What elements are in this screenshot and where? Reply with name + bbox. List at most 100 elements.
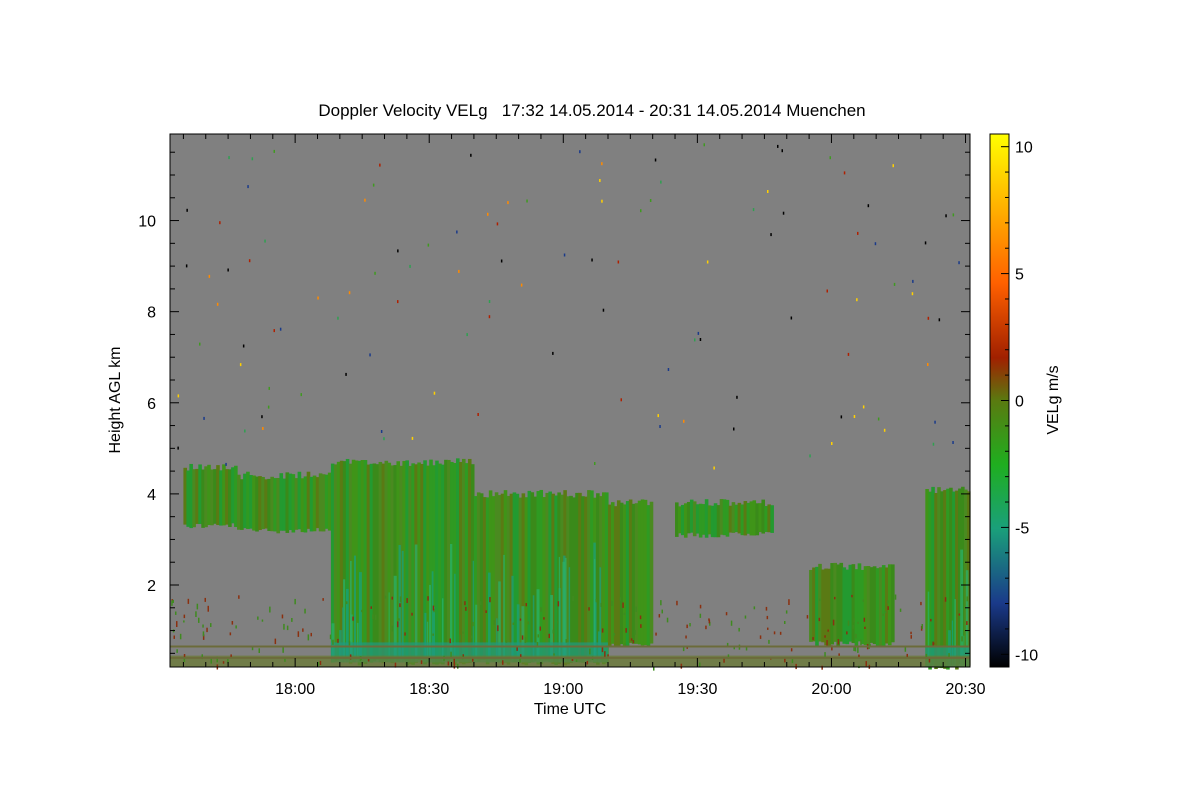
noise-speckle	[883, 428, 886, 432]
noise-speckle	[599, 179, 601, 182]
noise-speckle	[938, 318, 941, 322]
noise-speckle	[912, 279, 914, 283]
noise-speckle	[617, 260, 620, 264]
noise-speckle	[892, 164, 894, 168]
cloud-region	[237, 471, 332, 534]
colorbar-tick-label: -5	[1015, 520, 1029, 537]
colorbar-label: VELg m/s	[1045, 365, 1062, 434]
noise-speckle	[268, 386, 270, 390]
noise-speckle	[409, 264, 411, 268]
noise-speckle	[826, 289, 828, 293]
noise-speckle	[840, 415, 843, 419]
noise-speckle	[927, 363, 929, 366]
cloud-region	[473, 489, 609, 666]
noise-speckle	[552, 351, 554, 355]
noise-speckle	[427, 243, 430, 247]
noise-speckle	[374, 271, 376, 275]
noise-speckle	[372, 183, 375, 187]
noise-speckle	[699, 338, 702, 341]
noise-speckle	[225, 462, 227, 466]
colorbar-tick-label: 5	[1015, 267, 1024, 284]
noise-speckle	[219, 221, 221, 225]
noise-speckle	[345, 372, 347, 376]
noise-speckle	[736, 395, 738, 399]
noise-speckle	[261, 415, 263, 419]
noise-speckle	[488, 300, 491, 303]
noise-speckle	[601, 162, 603, 166]
chart-title: Doppler Velocity VELg 17:32 14.05.2014 -…	[318, 101, 865, 120]
noise-speckle	[203, 416, 205, 420]
noise-speckle	[500, 259, 503, 263]
cloud-region	[675, 499, 774, 538]
y-tick-label: 4	[147, 487, 156, 504]
noise-speckle	[487, 212, 489, 216]
noise-speckle	[620, 398, 622, 402]
cloud-region	[925, 486, 971, 670]
noise-speckle	[713, 466, 715, 470]
noise-speckle	[853, 415, 856, 418]
noise-speckle	[228, 156, 230, 160]
colorbar-tick-label: 10	[1015, 140, 1033, 157]
noise-speckle	[654, 158, 657, 162]
y-tick-label: 6	[147, 396, 156, 413]
noise-speckle	[958, 261, 960, 265]
noise-speckle	[911, 292, 914, 296]
noise-speckle	[862, 405, 865, 409]
noise-speckle	[767, 190, 769, 193]
noise-speckle	[874, 242, 877, 246]
noise-speckle	[273, 329, 275, 333]
noise-speckle	[488, 315, 491, 319]
x-tick-label: 20:30	[946, 681, 986, 698]
noise-speckle	[843, 171, 846, 175]
noise-speckle	[369, 353, 371, 357]
noise-speckle	[877, 417, 880, 421]
noise-speckle	[591, 258, 593, 262]
cloud-region	[183, 463, 238, 529]
noise-speckle	[924, 241, 927, 245]
noise-speckle	[208, 274, 211, 278]
cloud-region	[809, 562, 895, 648]
noise-speckle	[380, 430, 383, 433]
noise-speckle	[733, 427, 735, 431]
noise-speckle	[317, 296, 319, 300]
noise-speckle	[934, 420, 936, 424]
noise-speckle	[267, 405, 270, 409]
noise-speckle	[857, 231, 859, 235]
x-tick-label: 19:30	[677, 681, 717, 698]
noise-speckle	[781, 149, 783, 153]
noise-speckle	[239, 363, 242, 367]
colorbar-tick-label: -10	[1015, 647, 1038, 664]
noise-speckle	[216, 302, 219, 306]
noise-speckle	[594, 462, 596, 465]
noise-speckle	[856, 298, 858, 302]
noise-speckle	[667, 368, 670, 371]
noise-speckle	[186, 208, 188, 212]
noise-speckle	[397, 249, 399, 253]
noise-speckle	[477, 413, 479, 416]
y-tick-label: 2	[147, 578, 156, 595]
noise-speckle	[251, 157, 254, 161]
x-axis-label: Time UTC	[534, 701, 606, 718]
noise-speckle	[932, 442, 935, 446]
noise-speckle	[867, 204, 870, 208]
noise-speckle	[847, 352, 850, 356]
noise-speckle	[952, 441, 954, 444]
noise-speckle	[279, 327, 282, 331]
x-tick-label: 18:00	[275, 681, 315, 698]
noise-speckle	[809, 454, 811, 458]
noise-speckle	[470, 153, 472, 157]
noise-speckle	[507, 201, 509, 205]
noise-speckle	[640, 209, 642, 213]
noise-speckle	[660, 180, 662, 184]
noise-speckle	[433, 391, 436, 395]
x-tick-label: 18:30	[409, 681, 449, 698]
noise-speckle	[466, 333, 468, 337]
y-tick-label: 8	[147, 305, 156, 322]
noise-speckle	[657, 414, 659, 418]
noise-speckle	[348, 291, 351, 295]
noise-speckle	[697, 331, 700, 335]
noise-speckle	[456, 230, 458, 234]
noise-speckle	[383, 437, 385, 441]
noise-speckle	[199, 342, 201, 346]
noise-speckle	[945, 214, 947, 218]
